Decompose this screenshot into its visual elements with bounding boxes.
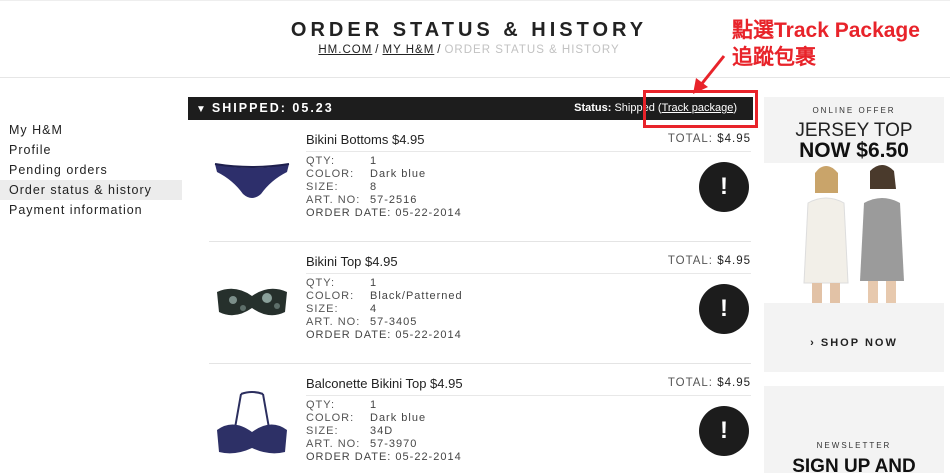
status-label: Status:	[574, 102, 612, 114]
promo-offer-label: ONLINE OFFER	[812, 106, 896, 115]
bikini-top-image	[217, 288, 287, 316]
item-alert-button[interactable]: !	[699, 284, 749, 334]
bikini-bottoms-image	[214, 163, 290, 198]
newsletter-title: SIGN UP AND	[792, 456, 916, 473]
divider	[306, 273, 751, 274]
item-name: Bikini Bottoms $4.95	[306, 132, 425, 147]
sidebar-nav: My H&M Profile Pending orders Order stat…	[0, 120, 182, 220]
item-details: QTY: 1 COLOR: Black/Patterned SIZE: 4 ART. …	[306, 277, 463, 341]
breadcrumb-home-link[interactable]: HM.COM	[318, 44, 372, 56]
item-name: Balconette Bikini Top $4.95	[306, 376, 463, 391]
order-item: Balconette Bikini Top $4.95 TOTAL: $4.95…	[209, 364, 751, 473]
item-details: QTY: 1 COLOR: Dark blue SIZE: 8 ART. NO: 57-…	[306, 155, 462, 219]
item-alert-button[interactable]: !	[699, 162, 749, 212]
collapse-triangle-icon[interactable]: ▼	[196, 104, 208, 115]
shipment-title: SHIPPED: 05.23	[211, 101, 334, 115]
item-total: TOTAL: $4.95	[667, 255, 751, 267]
breadcrumb-separator: /	[375, 44, 380, 56]
annotation-callout: 點選Track Package 追蹤包裹	[732, 17, 920, 71]
newsletter-label: NEWSLETTER	[816, 441, 892, 450]
chevron-right-icon: ›	[810, 337, 816, 349]
promo-models-image	[764, 163, 944, 303]
item-name: Bikini Top $4.95	[306, 254, 398, 269]
sidebar-item-profile[interactable]: Profile	[0, 140, 182, 160]
item-total: TOTAL: $4.95	[667, 377, 751, 389]
order-list: ▼ SHIPPED: 05.23 Status: Shipped (Track p…	[188, 97, 753, 473]
sidebar-item-pending-orders[interactable]: Pending orders	[0, 160, 182, 180]
annotation-line-1: 點選Track Package	[732, 19, 920, 42]
divider	[306, 151, 751, 152]
sidebar-item-my-hm[interactable]: My H&M	[0, 120, 182, 140]
item-total: TOTAL: $4.95	[667, 133, 751, 145]
order-item: Bikini Bottoms $4.95 TOTAL: $4.95 QTY: 1 …	[209, 120, 751, 242]
breadcrumb-my-hm-link[interactable]: MY H&M	[382, 44, 434, 56]
annotation-line-2: 追蹤包裹	[732, 46, 816, 69]
newsletter-banner[interactable]: NEWSLETTER SIGN UP AND	[764, 386, 944, 473]
order-item: Bikini Top $4.95 TOTAL: $4.95 QTY: 1 COLO…	[209, 242, 751, 364]
balconette-bikini-top-image	[217, 391, 287, 454]
breadcrumb-separator: /	[437, 44, 442, 56]
promo-banner[interactable]: ONLINE OFFER JERSEY TOP NOW $6.50 › SHOP…	[764, 97, 944, 372]
shop-now-link[interactable]: › SHOP NOW	[764, 337, 944, 349]
item-details: QTY: 1 COLOR: Dark blue SIZE: 34D ART. NO: 5…	[306, 399, 462, 463]
annotation-highlight-box	[643, 90, 758, 128]
item-alert-button[interactable]: !	[699, 406, 749, 456]
sidebar-item-order-status-history[interactable]: Order status & history	[0, 180, 182, 200]
promo-price: NOW $6.50	[799, 139, 909, 162]
breadcrumb-current: ORDER STATUS & HISTORY	[444, 44, 620, 56]
sidebar-item-payment-information[interactable]: Payment information	[0, 200, 182, 220]
divider	[306, 395, 751, 396]
